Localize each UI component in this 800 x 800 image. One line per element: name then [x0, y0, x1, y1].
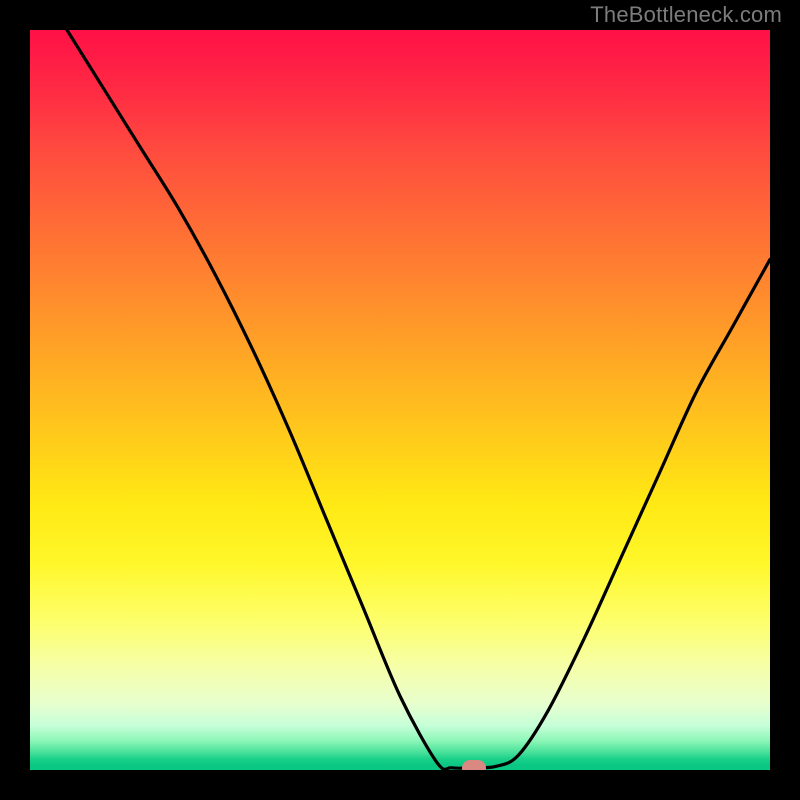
- chart-frame: TheBottleneck.com: [0, 0, 800, 800]
- watermark-text: TheBottleneck.com: [590, 2, 782, 28]
- minimum-marker: [462, 760, 486, 770]
- bottleneck-curve: [30, 30, 770, 770]
- plot-area: [30, 30, 770, 770]
